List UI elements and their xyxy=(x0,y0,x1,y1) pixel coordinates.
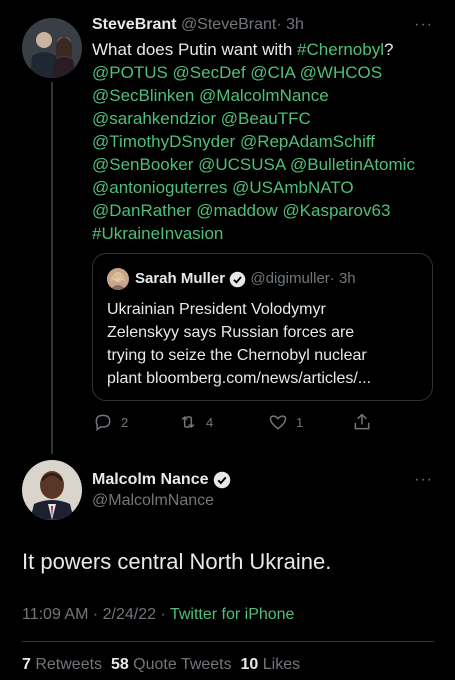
mention-line[interactable]: @SecBlinken @MalcolmNance xyxy=(92,84,437,107)
verified-badge-icon xyxy=(213,471,231,489)
quote-text-line: Zelenskyy says Russian forces are xyxy=(107,324,355,341)
hashtag-chernobyl[interactable]: #Chernobyl xyxy=(297,40,384,59)
quote-author-handle: @digimuller xyxy=(250,270,330,287)
retweets-count: 7 xyxy=(22,656,31,673)
tweet1-text-line1: What does Putin want with #Chernobyl? xyxy=(92,38,437,61)
quote-text-line: plant bloomberg.com/news/articles/... xyxy=(107,370,372,387)
more-options-icon[interactable]: ··· xyxy=(414,471,433,489)
mention-line[interactable]: @TimothyDSnyder @RepAdamSchiff xyxy=(92,130,437,153)
tweet-time[interactable]: · 3h xyxy=(276,16,304,33)
tweet-timestamp[interactable]: 11:09 AM · 2/24/22 · xyxy=(22,606,170,623)
mention-line[interactable]: @SenBooker @UCSUSA @BulletinAtomic xyxy=(92,153,437,176)
reply-button[interactable]: 2 xyxy=(93,412,128,432)
tweet2-header: Malcolm Nance xyxy=(92,471,231,489)
tweet2-stats: 7 Retweets 58 Quote Tweets 10 Likes xyxy=(22,656,300,674)
tweet2-text: It powers central North Ukraine. xyxy=(22,549,332,574)
hashtag-ukraineinvasion[interactable]: #UkraineInvasion xyxy=(92,222,437,245)
quote-text-line: trying to seize the Chernobyl nuclear xyxy=(107,347,367,364)
tweet1-text: What does Putin want with #Chernobyl? @P… xyxy=(92,38,437,245)
thread-connector-line xyxy=(51,82,53,454)
reply-count: 2 xyxy=(121,414,129,430)
likes-stat[interactable]: 10 Likes xyxy=(241,656,301,673)
retweet-icon xyxy=(181,415,195,429)
share-icon xyxy=(354,413,370,430)
more-options-icon[interactable]: ··· xyxy=(414,16,433,34)
mention-line[interactable]: @sarahkendzior @BeauTFC xyxy=(92,107,437,130)
retweet-button[interactable]: 4 xyxy=(178,412,213,432)
tweet1-header: SteveBrant @SteveBrant· 3h xyxy=(92,16,304,34)
quote-header: Sarah Muller @digimuller· 3h xyxy=(135,270,356,288)
like-button[interactable]: 1 xyxy=(268,412,303,432)
share-button[interactable] xyxy=(352,412,372,432)
quote-tweets-label: Quote Tweets xyxy=(128,656,232,673)
tweet-text-question: ? xyxy=(384,40,394,59)
like-count: 1 xyxy=(296,414,304,430)
retweet-count: 4 xyxy=(206,414,214,430)
quote-text-line: Ukrainian President Volodymyr xyxy=(107,301,326,318)
mention-line[interactable]: @DanRather @maddow @Kasparov63 xyxy=(92,199,437,222)
quote-tweets-stat[interactable]: 58 Quote Tweets xyxy=(111,656,232,673)
tweet-text-intro: What does Putin want with xyxy=(92,40,298,59)
avatar-stevebrant[interactable] xyxy=(22,18,82,78)
author-handle[interactable]: @SteveBrant xyxy=(181,16,276,33)
author-name[interactable]: Malcolm Nance xyxy=(92,471,208,488)
quote-text: Ukrainian President Volodymyr Zelenskyy … xyxy=(107,298,429,390)
avatar-sarahmuller xyxy=(107,268,129,290)
author-handle[interactable]: @MalcolmNance xyxy=(92,492,214,510)
verified-badge-icon xyxy=(229,271,246,287)
reply-icon xyxy=(95,414,111,431)
avatar-malcolmnance[interactable] xyxy=(22,460,82,520)
likes-label: Likes xyxy=(258,656,301,673)
quote-author-name: Sarah Muller xyxy=(135,270,226,287)
heart-icon xyxy=(269,415,287,430)
author-name[interactable]: SteveBrant xyxy=(92,16,176,33)
retweets-stat[interactable]: 7 Retweets xyxy=(22,656,102,673)
quote-tweets-count: 58 xyxy=(110,656,129,673)
tweet-source[interactable]: Twitter for iPhone xyxy=(170,606,295,623)
retweets-label: Retweets xyxy=(30,656,103,673)
mention-line[interactable]: @antonioguterres @USAmbNATO xyxy=(92,176,437,199)
likes-count: 10 xyxy=(240,656,259,673)
quote-time: · 3h xyxy=(329,270,356,287)
quote-tweet-card[interactable]: Sarah Muller @digimuller· 3h Ukrainian P… xyxy=(92,253,433,401)
tweet2-meta: 11:09 AM · 2/24/22 · Twitter for iPhone xyxy=(22,606,294,624)
mention-line[interactable]: @POTUS @SecDef @CIA @WHCOS xyxy=(92,61,437,84)
divider xyxy=(22,641,434,642)
